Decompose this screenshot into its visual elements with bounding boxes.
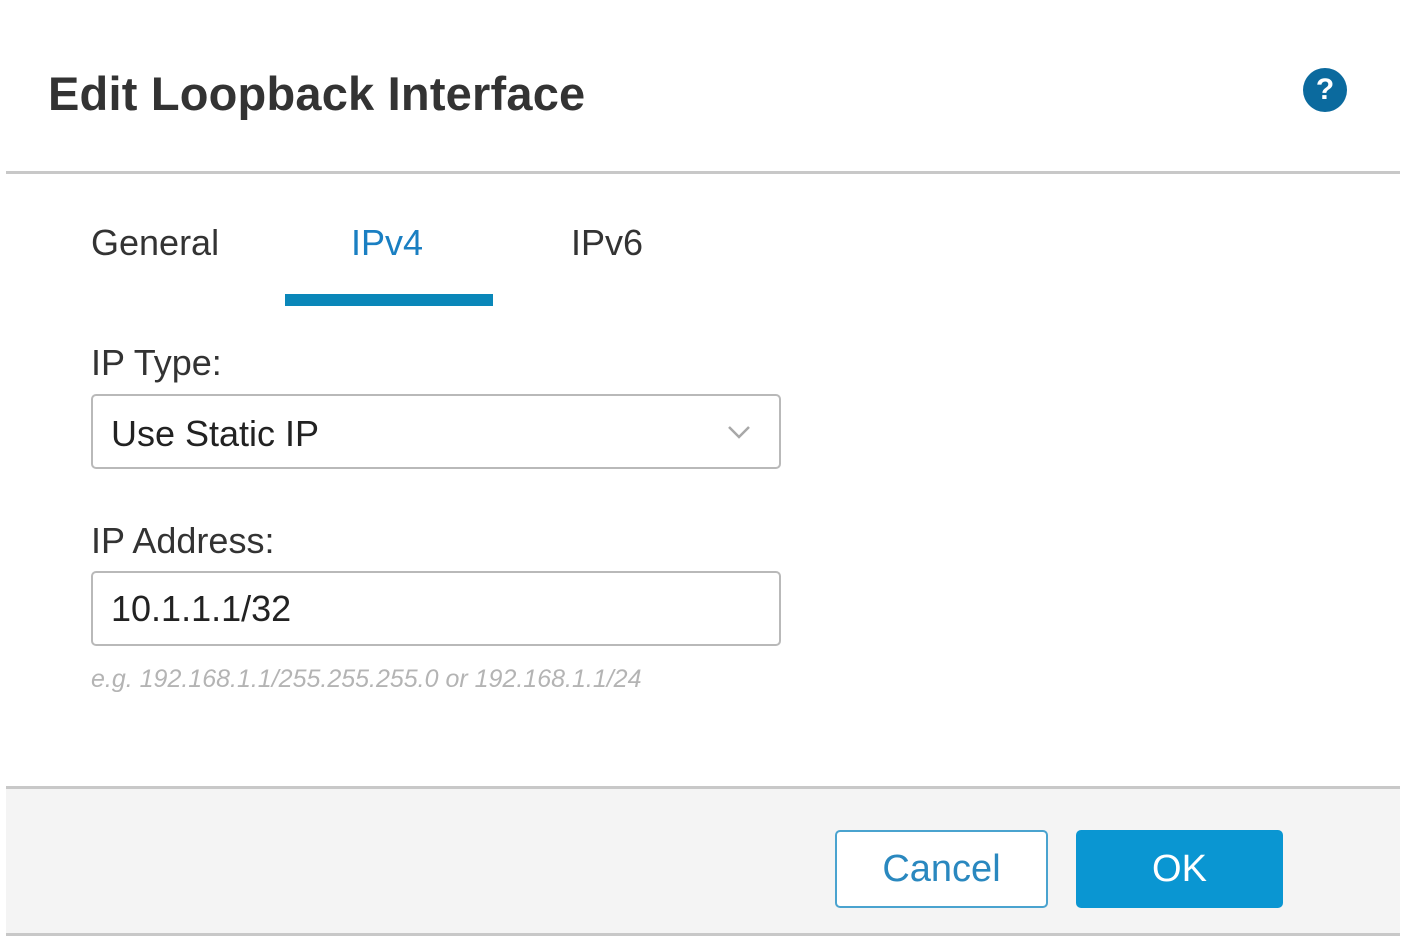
help-icon[interactable]: ?: [1303, 68, 1347, 112]
ok-button[interactable]: OK: [1076, 830, 1283, 908]
ip-address-label: IP Address:: [91, 520, 275, 561]
tab-general[interactable]: General: [91, 222, 219, 264]
header-divider: [6, 171, 1400, 174]
active-tab-indicator: [285, 294, 493, 306]
ip-address-hint: e.g. 192.168.1.1/255.255.255.0 or 192.16…: [91, 665, 642, 693]
tab-ipv4[interactable]: IPv4: [351, 222, 423, 264]
chevron-down-icon: [728, 426, 750, 439]
ip-type-select[interactable]: Use Static IP: [91, 394, 781, 469]
tab-ipv6[interactable]: IPv6: [571, 222, 643, 264]
ip-address-input[interactable]: [91, 571, 781, 646]
cancel-button[interactable]: Cancel: [835, 830, 1048, 908]
edit-loopback-dialog: Edit Loopback Interface ? General IPv4 I…: [0, 0, 1406, 938]
ip-type-selected-value: Use Static IP: [111, 413, 320, 454]
ip-type-label: IP Type:: [91, 342, 222, 383]
dialog-title: Edit Loopback Interface: [48, 67, 586, 120]
